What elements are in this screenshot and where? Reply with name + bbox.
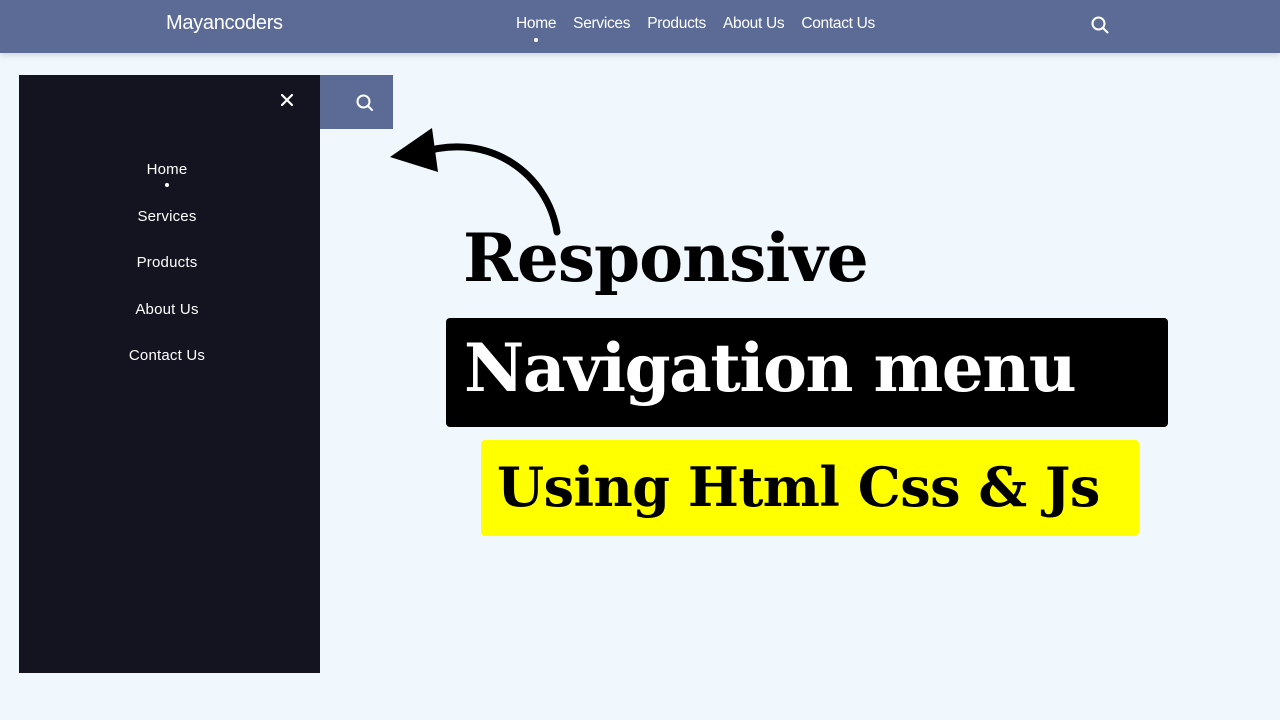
nav-item-home[interactable]: Home xyxy=(516,15,556,42)
title-responsive: Responsive xyxy=(463,219,869,297)
drawer-item-products[interactable]: Products xyxy=(137,254,198,301)
top-navbar: Mayancoders Home Services Products About… xyxy=(0,0,1280,53)
drawer-item-home[interactable]: Home xyxy=(147,161,188,208)
nav-item-about-us[interactable]: About Us xyxy=(723,15,785,33)
title-box-navigation: Navigation menu xyxy=(446,318,1168,427)
close-icon[interactable] xyxy=(280,93,294,107)
nav-item-contact-us[interactable]: Contact Us xyxy=(801,15,875,33)
nav-item-products[interactable]: Products xyxy=(647,15,706,33)
title-box-using: Using Html Css & Js xyxy=(481,440,1139,536)
mobile-nav-drawer: Home Services Products About Us Contact … xyxy=(19,75,320,673)
drawer-menu: Home Services Products About Us Contact … xyxy=(19,161,315,394)
drawer-item-about-us[interactable]: About Us xyxy=(135,301,198,348)
nav-item-services[interactable]: Services xyxy=(573,15,630,33)
title-navigation-menu: Navigation menu xyxy=(464,329,1077,407)
site-logo[interactable]: Mayancoders xyxy=(166,12,283,35)
title-using: Using Html Css & Js xyxy=(497,455,1100,519)
search-icon[interactable] xyxy=(1090,15,1110,35)
drawer-item-contact-us[interactable]: Contact Us xyxy=(129,347,205,394)
drawer-item-services[interactable]: Services xyxy=(137,208,196,255)
main-nav: Home Services Products About Us Contact … xyxy=(516,15,875,42)
search-icon xyxy=(356,94,373,111)
